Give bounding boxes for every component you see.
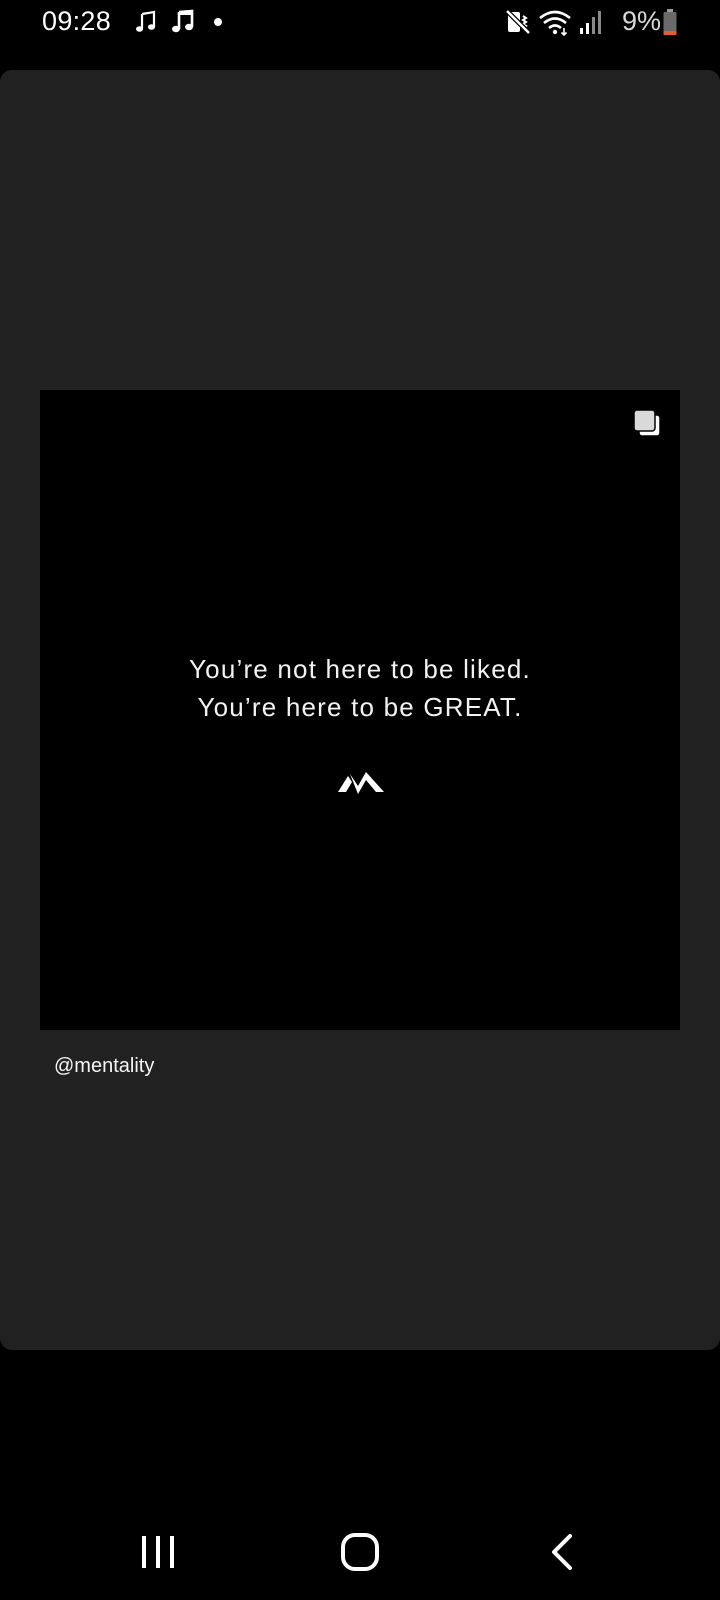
quote-text: You’re not here to be liked. You’re here…	[40, 650, 680, 726]
post-image[interactable]: You’re not here to be liked. You’re here…	[40, 390, 680, 1030]
mute-icon	[505, 9, 531, 35]
quote-line-2: You’re here to be GREAT.	[197, 692, 523, 722]
home-icon[interactable]	[330, 1532, 390, 1572]
multiple-images-icon	[633, 409, 661, 437]
music-note-icon	[172, 9, 194, 33]
quote-line-1: You’re not here to be liked.	[189, 654, 531, 684]
back-icon[interactable]	[532, 1532, 592, 1572]
signal-icon	[580, 11, 601, 34]
post-username[interactable]: @mentality	[54, 1055, 154, 1078]
navigation-bar	[0, 1500, 720, 1600]
post-preview-card: You’re not here to be liked. You’re here…	[0, 70, 720, 1350]
battery-percent: 9%	[622, 6, 662, 36]
mentality-logo-icon	[338, 772, 384, 794]
battery-icon	[663, 9, 677, 35]
status-bar: 09:28 9%	[0, 0, 720, 46]
dot-icon	[214, 18, 222, 26]
music-note-icon	[136, 10, 156, 32]
recents-icon[interactable]	[128, 1532, 188, 1572]
status-time: 09:28	[42, 6, 112, 36]
wifi-icon	[539, 10, 571, 36]
